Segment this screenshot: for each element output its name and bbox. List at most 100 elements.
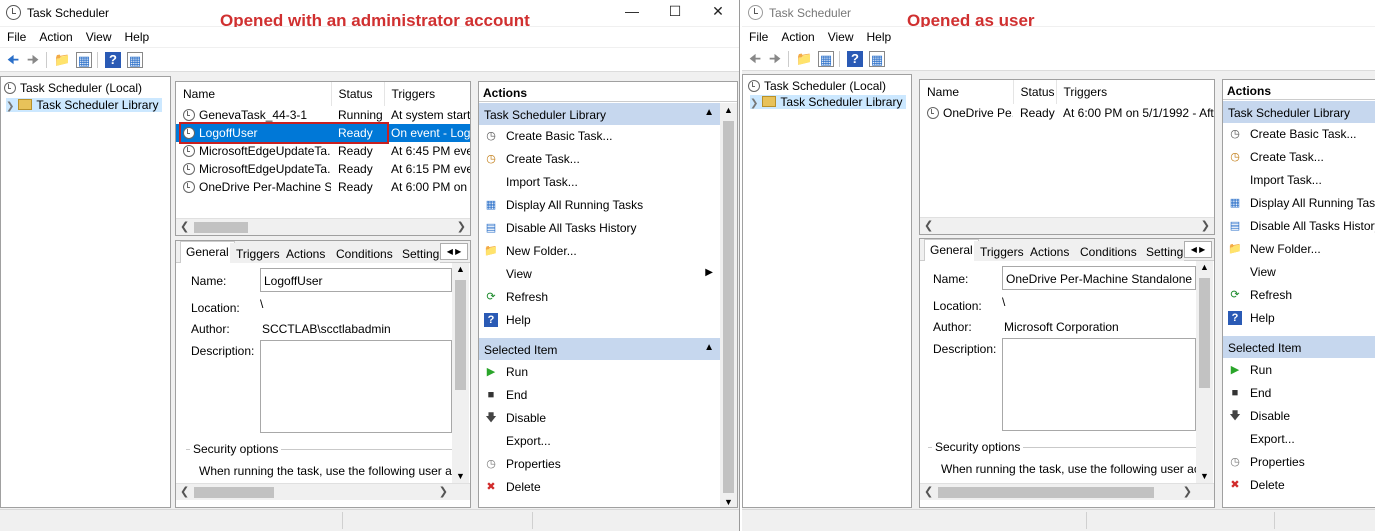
up-folder-icon[interactable]: 📁	[54, 52, 70, 68]
back-icon[interactable]: 🠈	[5, 52, 21, 68]
description-field[interactable]	[260, 340, 452, 433]
scroll-right-icon[interactable]: ❯	[457, 220, 466, 233]
action-disable-all-tasks-history[interactable]: ▤ Disable All Tasks History	[1223, 215, 1375, 237]
action-export[interactable]: Export...	[479, 430, 721, 452]
chevron-right-icon[interactable]: ❯	[6, 101, 14, 112]
scroll-left-icon[interactable]: ❮	[924, 219, 933, 232]
collapse-icon[interactable]: ▲	[704, 342, 714, 353]
column-status[interactable]: Status	[1013, 80, 1057, 104]
action-refresh[interactable]: ⟳ Refresh	[479, 286, 721, 308]
action-view[interactable]: View	[1223, 261, 1375, 283]
scroll-right-icon[interactable]: ❯	[1201, 219, 1210, 232]
column-triggers[interactable]: Triggers	[1056, 80, 1214, 104]
chevron-right-icon[interactable]: ❯	[750, 98, 758, 109]
action-new-folder[interactable]: 📁 New Folder...	[1223, 238, 1375, 260]
name-field[interactable]: LogoffUser	[260, 268, 452, 292]
table-row[interactable]: MicrosoftEdgeUpdateTa... Ready At 6:15 PM …	[176, 160, 470, 178]
tab-conditions[interactable]: Conditions	[1074, 241, 1143, 261]
section-task-scheduler-library[interactable]: Task Scheduler Library	[1223, 101, 1375, 123]
menu-file[interactable]: File	[0, 27, 32, 44]
action-run[interactable]: ▶ Run	[479, 361, 721, 383]
scroll-left-icon[interactable]: ❮	[180, 220, 189, 233]
scroll-right-icon[interactable]: ❯	[1183, 485, 1192, 498]
task-list-hscrollbar[interactable]: ❮ ❯	[176, 218, 470, 235]
action-refresh[interactable]: ⟳ Refresh	[1223, 284, 1375, 306]
help-toolbar-icon[interactable]: ?	[105, 52, 121, 68]
action-disable[interactable]: 🡇 Disable	[1223, 405, 1375, 427]
forward-icon[interactable]: 🠊	[25, 52, 41, 68]
action-view[interactable]: View ▶	[479, 263, 721, 285]
details-vscrollbar[interactable]: ▲ ▼	[452, 263, 469, 483]
table-row[interactable]: OneDrive Pe...ReadyAt 6:00 PM on 5/1/199…	[920, 104, 1214, 122]
section-selected-item[interactable]: Selected Item	[1223, 336, 1375, 358]
show-hide-console-tree-icon[interactable]: ▦	[818, 51, 834, 67]
action-create-task[interactable]: ◷ Create Task...	[1223, 146, 1375, 168]
section-selected-item[interactable]: Selected Item ▲	[479, 338, 721, 360]
action-disable[interactable]: 🡇 Disable	[479, 407, 721, 429]
task-list-hscrollbar[interactable]: ❮ ❯	[920, 217, 1214, 234]
section-task-scheduler-library[interactable]: Task Scheduler Library ▲	[479, 103, 721, 125]
menu-file[interactable]: File	[742, 27, 774, 44]
show-hide-action-pane-icon[interactable]: ▦	[127, 52, 143, 68]
action-help[interactable]: ? Help	[479, 309, 721, 331]
menu-view[interactable]: View	[79, 27, 118, 44]
action-disable-all-tasks-history[interactable]: ▤ Disable All Tasks History	[479, 217, 721, 239]
scroll-right-icon[interactable]: ❯	[439, 485, 448, 498]
scroll-up-icon[interactable]: ▲	[456, 264, 465, 274]
column-triggers[interactable]: Triggers	[384, 82, 470, 106]
description-field[interactable]	[1002, 338, 1196, 431]
action-display-all-running-tasks[interactable]: ▦ Display All Running Tasks	[479, 194, 721, 216]
action-delete[interactable]: ✖ Delete	[479, 476, 721, 498]
action-create-basic-task[interactable]: ◷ Create Basic Task...	[1223, 123, 1375, 145]
menu-view[interactable]: View	[821, 27, 860, 44]
menu-help[interactable]: Help	[860, 27, 898, 44]
tab-triggers[interactable]: Triggers	[974, 241, 1030, 261]
tree-root[interactable]: Task Scheduler (Local)	[4, 81, 142, 95]
scroll-down-icon[interactable]: ▼	[724, 497, 733, 507]
tab-actions[interactable]: Actions	[280, 243, 332, 263]
close-button[interactable]: ✕	[703, 3, 733, 20]
name-field[interactable]: OneDrive Per-Machine Standalone Up	[1002, 266, 1196, 290]
action-import-task[interactable]: Import Task...	[1223, 169, 1375, 191]
details-hscrollbar[interactable]: ❮ ❯	[920, 483, 1214, 500]
tab-triggers[interactable]: Triggers	[230, 243, 286, 263]
show-hide-action-pane-icon[interactable]: ▦	[869, 51, 885, 67]
column-status[interactable]: Status	[331, 82, 385, 106]
action-import-task[interactable]: Import Task...	[479, 171, 721, 193]
action-run[interactable]: ▶ Run	[1223, 359, 1375, 381]
help-toolbar-icon[interactable]: ?	[847, 51, 863, 67]
tab-scroll-arrows[interactable]: ◀ ▶	[1184, 241, 1212, 258]
menu-help[interactable]: Help	[118, 27, 156, 44]
scroll-up-icon[interactable]: ▲	[1200, 262, 1209, 272]
action-create-task[interactable]: ◷ Create Task...	[479, 148, 721, 170]
tab-scroll-arrows[interactable]: ◀ ▶	[440, 243, 468, 260]
action-help[interactable]: ? Help	[1223, 307, 1375, 329]
tab-general[interactable]: General	[924, 239, 979, 262]
tree-root[interactable]: Task Scheduler (Local)	[748, 79, 886, 93]
scroll-down-icon[interactable]: ▼	[456, 471, 465, 481]
tree-task-scheduler-library[interactable]: ❯ Task Scheduler Library	[750, 95, 907, 109]
column-name[interactable]: Name	[176, 82, 332, 106]
scroll-up-icon[interactable]: ▲	[724, 105, 733, 115]
action-new-folder[interactable]: 📁 New Folder...	[479, 240, 721, 262]
up-folder-icon[interactable]: 📁	[796, 51, 812, 67]
table-row[interactable]: OneDrive Per-Machine S... Ready At 6:00 PM…	[176, 178, 470, 196]
details-hscrollbar[interactable]: ❮ ❯	[176, 483, 470, 500]
maximize-button[interactable]: ☐	[660, 3, 690, 20]
action-properties[interactable]: ◷ Properties	[479, 453, 721, 475]
tree-task-scheduler-library[interactable]: ❯ Task Scheduler Library	[6, 98, 163, 112]
back-icon[interactable]: 🠈	[747, 51, 763, 67]
details-vscrollbar[interactable]: ▲ ▼	[1196, 261, 1213, 483]
action-end[interactable]: ■ End	[1223, 382, 1375, 404]
tab-actions[interactable]: Actions	[1024, 241, 1076, 261]
scroll-left-icon[interactable]: ❮	[924, 485, 933, 498]
scroll-left-icon[interactable]: ❮	[180, 485, 189, 498]
action-display-all-running-tasks[interactable]: ▦ Display All Running Tasks	[1223, 192, 1375, 214]
action-create-basic-task[interactable]: ◷ Create Basic Task...	[479, 125, 721, 147]
tab-conditions[interactable]: Conditions	[330, 243, 399, 263]
action-end[interactable]: ■ End	[479, 384, 721, 406]
tab-general[interactable]: General	[180, 241, 235, 264]
minimize-button[interactable]: —	[617, 3, 647, 19]
collapse-icon[interactable]: ▲	[704, 107, 714, 118]
tab-settings[interactable]: Setting	[396, 243, 440, 263]
